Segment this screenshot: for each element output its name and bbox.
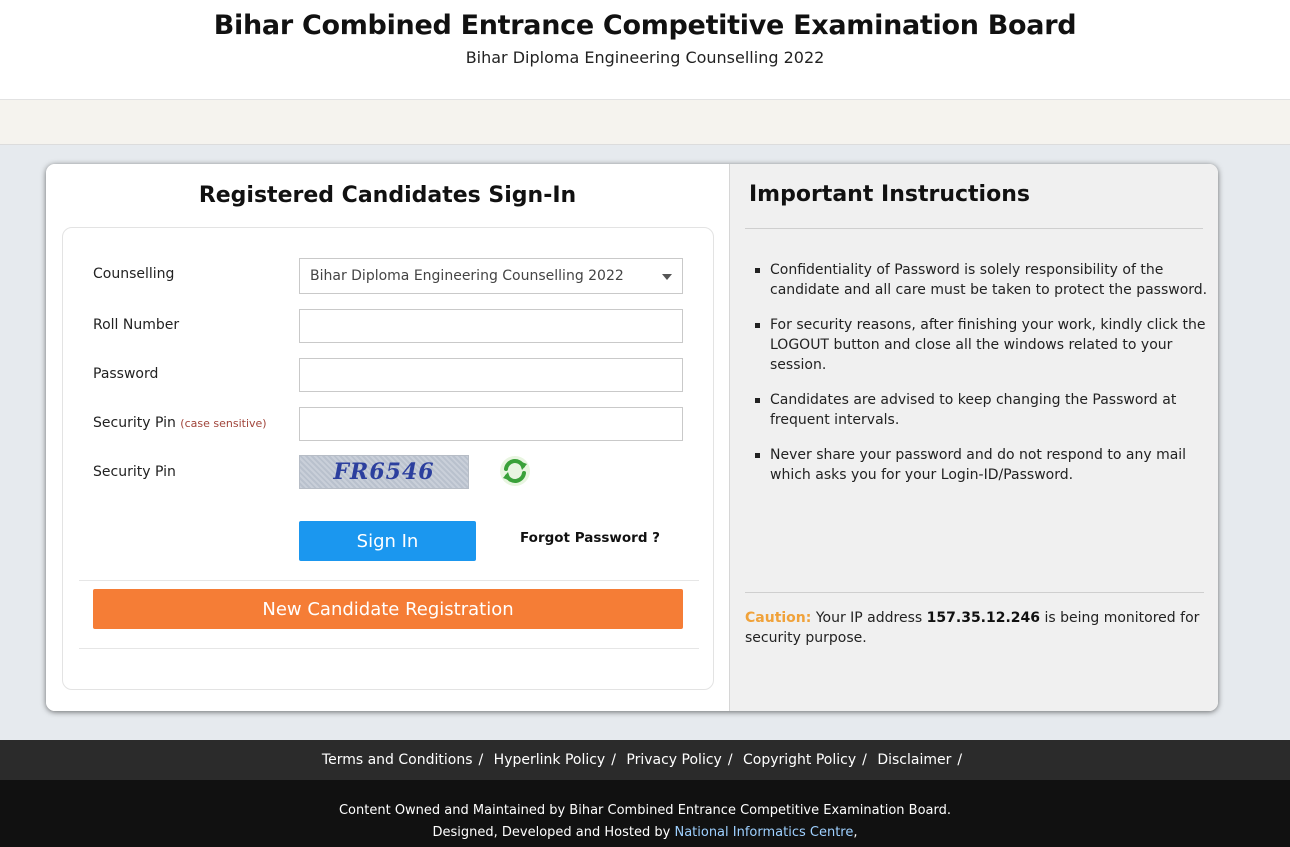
footer-link-copyright-policy[interactable]: Copyright Policy: [743, 752, 856, 768]
nic-link[interactable]: National Informatics Centre: [674, 825, 853, 840]
instruction-item: For security reasons, after finishing yo…: [750, 315, 1210, 375]
roll-number-label: Roll Number: [93, 317, 180, 333]
new-registration-button[interactable]: New Candidate Registration: [93, 589, 683, 629]
instruction-item: Candidates are advised to keep changing …: [750, 390, 1210, 430]
counselling-select[interactable]: Bihar Diploma Engineering Counselling 20…: [299, 258, 683, 294]
captcha-text: FR6546: [333, 459, 435, 485]
footer-designed-prefix: Designed, Developed and Hosted by: [432, 825, 671, 840]
site-subtitle: Bihar Diploma Engineering Counselling 20…: [465, 48, 825, 67]
security-pin-label-text: Security Pin: [93, 415, 176, 431]
divider: [79, 648, 699, 649]
footer-separator: /: [862, 752, 867, 768]
nav-strip: [0, 100, 1290, 145]
forgot-password-link[interactable]: Forgot Password ?: [520, 530, 660, 546]
instruction-item: Never share your password and do not res…: [750, 445, 1210, 485]
counselling-label: Counselling: [93, 266, 175, 282]
signin-form: Counselling Bihar Diploma Engineering Co…: [62, 227, 714, 690]
site-title: Bihar Combined Entrance Competitive Exam…: [213, 10, 1077, 41]
caution-label: Caution:: [745, 610, 812, 626]
instructions-section: Important Instructions Confidentiality o…: [729, 164, 1218, 711]
chevron-down-icon: [662, 274, 672, 280]
case-sensitive-hint: (case sensitive): [180, 417, 267, 430]
caution-prefix: Your IP address: [815, 610, 923, 626]
security-pin-label: Security Pin (case sensitive): [93, 415, 267, 431]
counselling-selected-value: Bihar Diploma Engineering Counselling 20…: [310, 268, 624, 284]
footer-separator: /: [611, 752, 616, 768]
footer-link-disclaimer[interactable]: Disclaimer: [877, 752, 951, 768]
captcha-image: FR6546: [299, 455, 469, 489]
password-input[interactable]: [299, 358, 683, 392]
footer-link-terms[interactable]: Terms and Conditions: [322, 752, 473, 768]
password-label: Password: [93, 366, 159, 382]
security-pin-input[interactable]: [299, 407, 683, 441]
signin-section: Registered Candidates Sign-In Counsellin…: [46, 164, 729, 711]
site-header: Bihar Combined Entrance Competitive Exam…: [0, 0, 1290, 100]
footer-separator: /: [957, 752, 963, 768]
caution-notice: Caution: Your IP address 157.35.12.246 i…: [745, 608, 1215, 648]
divider: [79, 580, 699, 581]
footer-credits: Content Owned and Maintained by Bihar Co…: [0, 780, 1290, 847]
footer-separator: /: [478, 752, 484, 768]
footer-separator: /: [727, 752, 733, 768]
footer-links: Terms and Conditions / Hyperlink Policy / …: [0, 740, 1290, 780]
signin-heading: Registered Candidates Sign-In: [198, 183, 577, 208]
sign-in-button[interactable]: Sign In: [299, 521, 476, 561]
footer-owned-text: Content Owned and Maintained by Bihar Co…: [338, 803, 951, 818]
instruction-item: Confidentiality of Password is solely re…: [750, 260, 1210, 300]
footer-designed-line: Designed, Developed and Hosted by Nation…: [0, 825, 1290, 840]
ip-address: 157.35.12.246: [926, 610, 1041, 626]
instructions-heading: Important Instructions: [749, 182, 1030, 207]
login-panel: Registered Candidates Sign-In Counsellin…: [46, 164, 1218, 711]
footer-designed-suffix: ,: [853, 825, 858, 840]
footer-link-privacy-policy[interactable]: Privacy Policy: [626, 752, 721, 768]
roll-number-input[interactable]: [299, 309, 683, 343]
divider: [745, 592, 1204, 593]
refresh-icon[interactable]: [499, 455, 531, 487]
instructions-list: Confidentiality of Password is solely re…: [750, 260, 1210, 500]
captcha-label: Security Pin: [93, 464, 176, 480]
divider: [745, 228, 1203, 229]
footer-link-hyperlink-policy[interactable]: Hyperlink Policy: [494, 752, 606, 768]
